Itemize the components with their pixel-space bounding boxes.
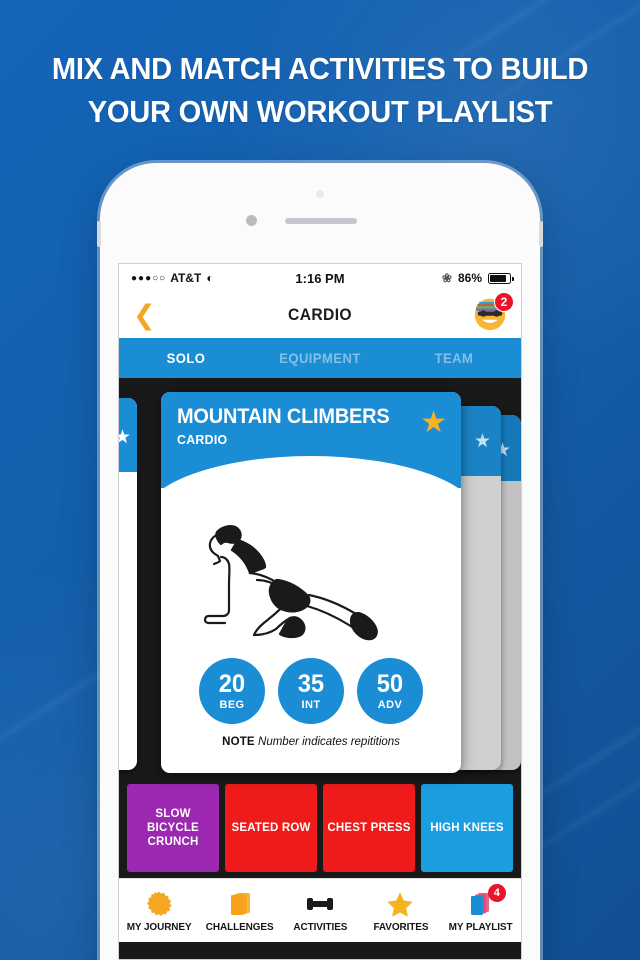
journey-burst-icon [145,889,173,919]
star-icon: ★ [473,431,491,452]
notification-badge: 2 [494,292,514,312]
status-bar-right: ❀ 86% [441,271,514,285]
cards-stack-icon [226,889,254,919]
promo-headline-line1: MIX AND MATCH ACTIVITIES TO BUILD [51,51,589,86]
tab-team[interactable]: TEAM [392,350,517,366]
rep-levels: 20 BEG 35 INT 50 ADV [161,658,461,724]
playlist-badge: 4 [487,883,506,902]
nav-item-favorites[interactable]: FAVORITES [360,889,440,933]
dumbbell-icon [305,889,335,919]
rep-value: 20 [218,669,246,698]
promo-headline: MIX AND MATCH ACTIVITIES TO BUILD YOUR O… [19,48,621,134]
nav-item-activities[interactable]: ACTIVITIES [280,889,360,933]
activity-tile-high-knees[interactable]: HIGH KNEES [421,784,513,872]
proximity-sensor-icon [246,215,257,226]
rep-level-label: ADV [377,698,403,711]
exercise-card-body: 20 BEG 35 INT 50 ADV NOTE Number indicat… [161,488,461,748]
note-label: NOTE [222,736,255,748]
page-title: CARDIO [288,305,352,324]
rep-level-intermediate[interactable]: 35 INT [278,658,344,724]
rep-value: 50 [376,669,404,698]
phone-screen: ●●●○○ AT&T ◐ 1:16 PM ❀ 86% ❮ CARDIO 2 SO… [118,263,522,960]
nav-item-my-journey[interactable]: MY JOURNEY [119,889,199,933]
exercise-card[interactable]: MOUNTAIN CLIMBERS CARDIO ★ 20 BEG 35 INT… [161,392,461,773]
status-bar: ●●●○○ AT&T ◐ 1:16 PM ❀ 86% [119,264,521,292]
rep-level-label: BEG [219,698,245,711]
rep-level-advanced[interactable]: 50 ADV [357,658,423,724]
previous-card-peek[interactable]: ★ [119,398,137,770]
exercise-note: NOTE Number indicates repititions [161,736,461,748]
activity-tiles-row: SLOW BICYCLE CRUNCH SEATED ROW CHEST PRE… [119,778,521,878]
nav-label: MY PLAYLIST [448,920,513,933]
phone-mockup: ●●●○○ AT&T ◐ 1:16 PM ❀ 86% ❮ CARDIO 2 SO… [97,163,543,960]
battery-icon [488,272,514,284]
mountain-climbers-illustration [203,525,378,641]
favorite-star-icon[interactable]: ★ [420,408,447,438]
exercise-card-header: MOUNTAIN CLIMBERS CARDIO ★ [161,392,461,518]
star-icon: ★ [119,426,131,449]
exercise-card-carousel: ★ ★ ★ MOUNTAIN CLIMBERS CARDIO ★ [119,378,521,778]
nav-item-my-playlist[interactable]: 4 MY PLAYLIST [441,883,521,933]
rep-level-beginner[interactable]: 20 BEG [199,658,265,724]
front-camera-icon [316,190,324,198]
exercise-category: CARDIO [177,432,228,447]
tab-equipment[interactable]: EQUIPMENT [258,350,383,366]
rep-value: 35 [297,669,325,698]
previous-card-header: ★ [119,398,137,472]
activity-tile-seated-row[interactable]: SEATED ROW [225,784,317,872]
star-icon [385,889,415,919]
promo-headline-line2: YOUR OWN WORKOUT PLAYLIST [87,93,553,129]
note-text: Number indicates repititions [258,736,400,748]
exercise-title: MOUNTAIN CLIMBERS [177,405,390,428]
rep-level-label: INT [301,698,321,711]
nav-item-challenges[interactable]: CHALLENGES [199,889,279,933]
app-nav-bar: ❮ CARDIO 2 [119,292,521,338]
bottom-nav-bar: MY JOURNEY CHALLENGES ACTIVITIES FAVORIT… [119,878,521,942]
battery-percent-label: 86% [457,271,482,285]
nav-label: MY JOURNEY [126,920,192,933]
segmented-tabs: SOLO EQUIPMENT TEAM [119,338,521,378]
nav-label: FAVORITES [372,920,428,933]
book-icon: 4 [466,883,506,919]
activity-tile-slow-bicycle-crunch[interactable]: SLOW BICYCLE CRUNCH [127,784,219,872]
tab-solo[interactable]: SOLO [124,350,249,366]
earpiece-speaker [285,218,357,224]
nav-label: CHALLENGES [205,920,274,933]
avatar-button[interactable]: 2 [471,292,514,335]
bluetooth-icon: ❀ [441,271,452,285]
nav-label: ACTIVITIES [293,920,347,933]
activity-tile-chest-press[interactable]: CHEST PRESS [323,784,415,872]
